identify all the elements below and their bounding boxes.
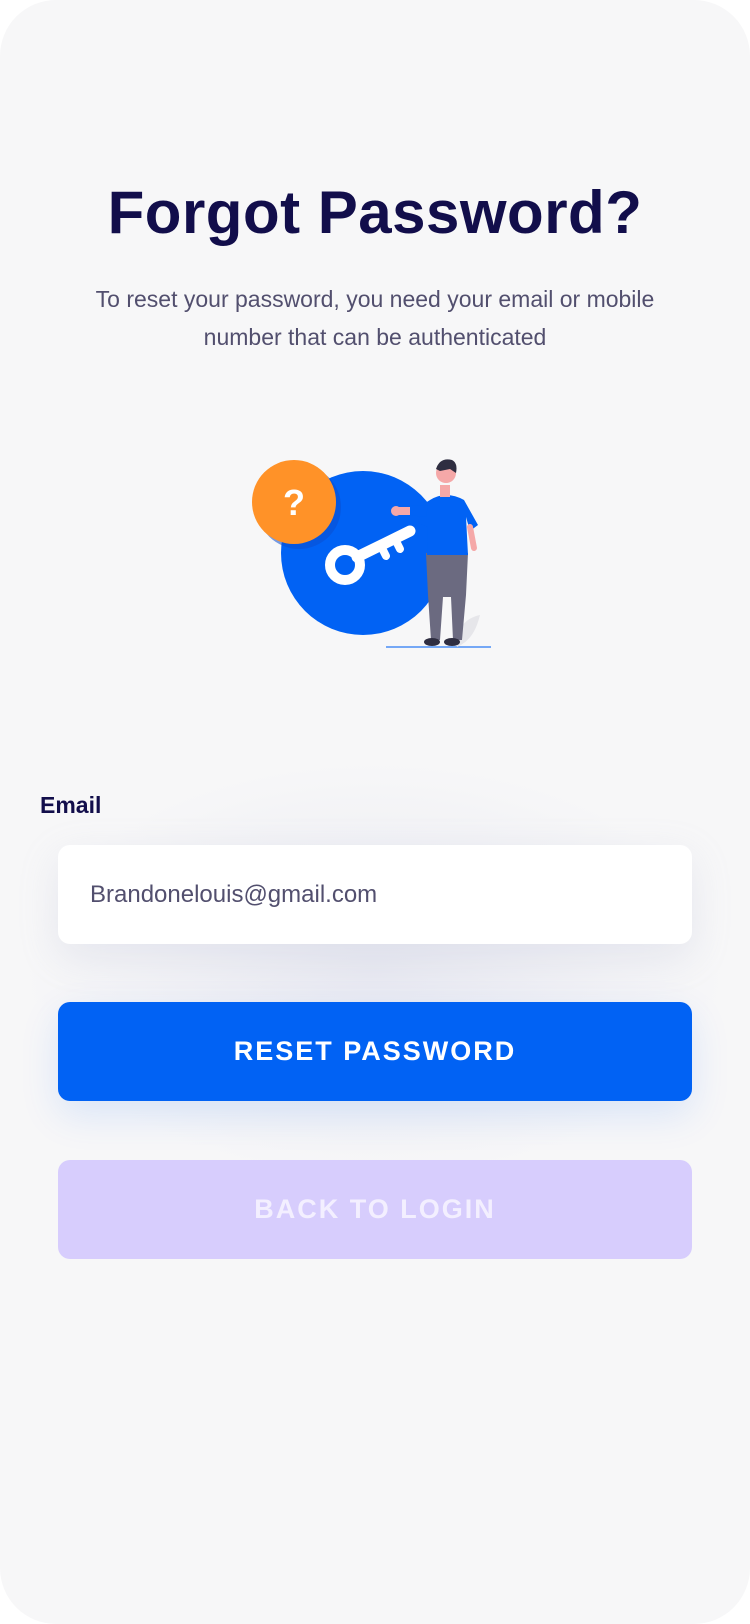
email-label: Email: [40, 792, 102, 818]
back-to-login-button[interactable]: BACK TO LOGIN: [58, 1160, 692, 1259]
forgot-password-illustration: ?: [250, 455, 500, 655]
form-shadow: [20, 760, 730, 1180]
email-input[interactable]: [90, 880, 692, 909]
reset-password-button[interactable]: RESET PASSWORD: [58, 1002, 692, 1101]
page-title: Forgot Password?: [107, 179, 643, 246]
question-mark-text: ?: [283, 482, 305, 523]
email-field[interactable]: [58, 845, 692, 944]
forgot-password-screen: Forgot Password? To reset your password,…: [0, 0, 750, 1624]
page-subtitle: To reset your password, you need your em…: [95, 286, 655, 350]
key-person-icon: ?: [252, 459, 491, 648]
